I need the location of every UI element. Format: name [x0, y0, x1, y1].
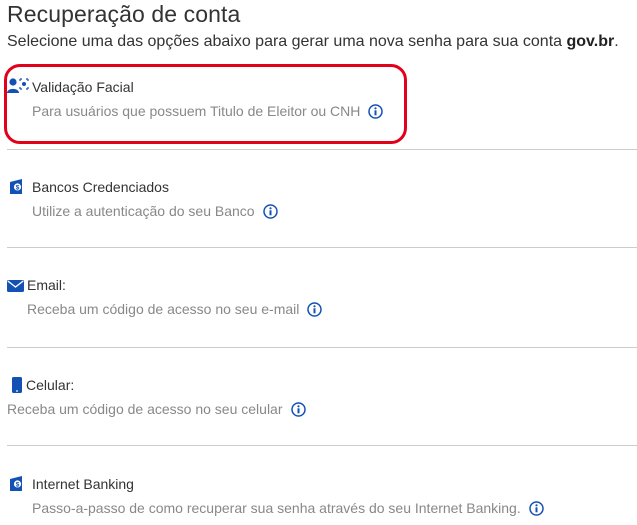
option-description: Passo-a-passo de como recuperar sua senh… — [32, 500, 544, 516]
svg-text:$: $ — [16, 482, 20, 489]
option-internet-banking[interactable]: $ Internet Banking Passo-a-passo de como… — [0, 472, 637, 525]
option-celular[interactable]: Celular: Receba um código de acesso no s… — [0, 373, 637, 433]
option-description-text: Utilize a autenticação do seu Banco — [32, 203, 255, 219]
bank-icon: $ — [9, 179, 25, 200]
option-email[interactable]: Email: Receba um código de acesso no seu… — [0, 273, 637, 333]
option-title: Celular: — [26, 377, 75, 393]
divider — [7, 247, 637, 248]
envelope-icon — [7, 279, 24, 297]
option-title: Bancos Credenciados — [32, 179, 169, 195]
info-icon[interactable] — [528, 501, 544, 516]
option-description-text: Receba um código de acesso no seu e-mail — [27, 301, 300, 317]
face-id-icon — [7, 78, 29, 99]
option-description: Receba um código de acesso no seu celula… — [7, 401, 306, 417]
option-description-text: Receba um código de acesso no seu celula… — [7, 401, 283, 417]
info-icon[interactable] — [290, 402, 306, 417]
option-bancos-credenciados[interactable]: $ Bancos Credenciados Utilize a autentic… — [0, 175, 637, 235]
option-description-text: Passo-a-passo de como recuperar sua senh… — [32, 500, 521, 516]
option-description: Receba um código de acesso no seu e-mail — [27, 301, 323, 317]
option-title: Email: — [27, 277, 66, 293]
option-validacao-facial[interactable]: Validação Facial Para usuários que possu… — [0, 75, 637, 135]
divider — [7, 347, 637, 348]
divider — [7, 445, 637, 446]
divider — [7, 149, 637, 150]
bank-icon: $ — [9, 476, 25, 497]
info-icon[interactable] — [368, 104, 384, 119]
mobile-phone-icon — [12, 377, 22, 398]
info-icon[interactable] — [262, 204, 278, 219]
gov-br-brand: gov.br — [566, 33, 615, 50]
subtitle-period: . — [614, 33, 619, 50]
subtitle-text: Selecione uma das opções abaixo para ger… — [7, 33, 567, 50]
info-icon[interactable] — [307, 302, 323, 317]
option-description: Para usuários que possuem Titulo de Elei… — [32, 103, 384, 119]
option-title: Internet Banking — [32, 476, 134, 492]
option-description: Utilize a autenticação do seu Banco — [32, 203, 278, 219]
page-title: Recuperação de conta — [7, 1, 241, 27]
option-description-text: Para usuários que possuem Titulo de Elei… — [32, 103, 361, 119]
option-title: Validação Facial — [32, 79, 134, 95]
svg-text:$: $ — [16, 185, 20, 192]
page-subtitle: Selecione uma das opções abaixo para ger… — [7, 33, 619, 51]
